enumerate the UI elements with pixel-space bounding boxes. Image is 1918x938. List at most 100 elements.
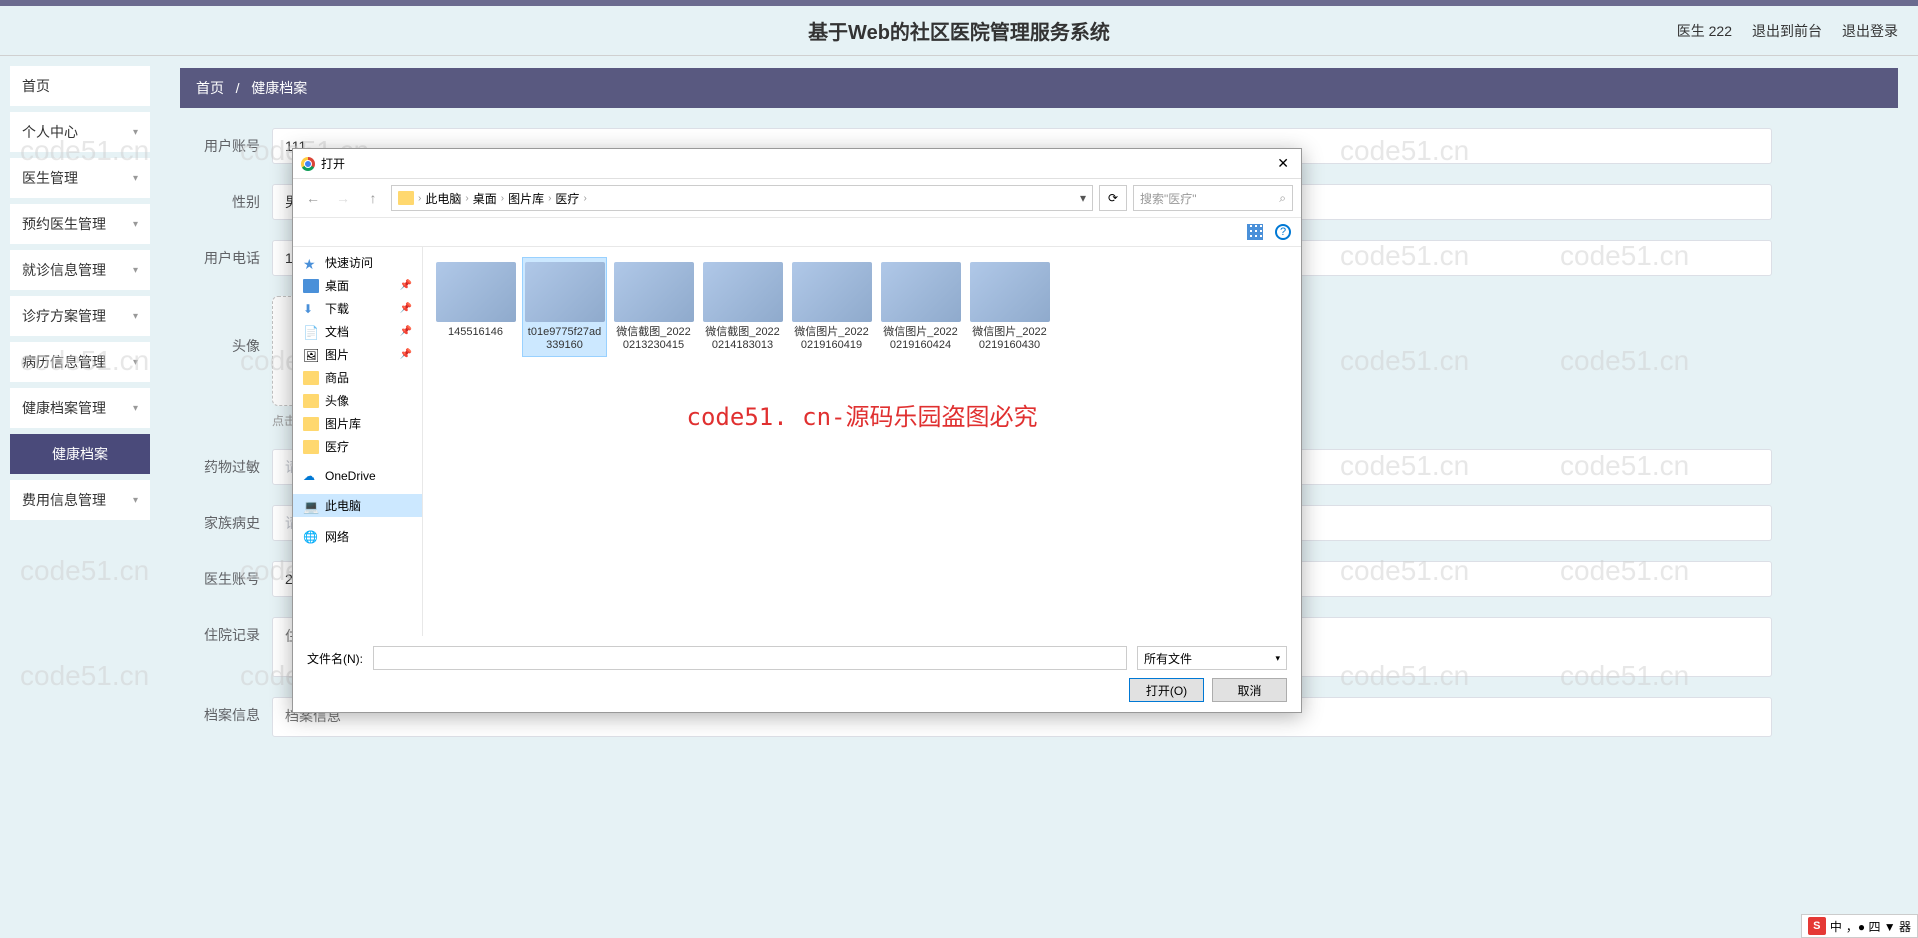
tree-item[interactable]: 快速访问 — [293, 251, 422, 274]
nav-forward-icon[interactable]: → — [331, 186, 355, 210]
tree-item-label: 桌面 — [325, 277, 349, 294]
path-crumb[interactable]: 此电脑 — [425, 190, 461, 207]
sidebar-item[interactable]: 健康档案管理 ▾ — [10, 388, 150, 428]
tree-item-label: 商品 — [325, 369, 349, 386]
refresh-icon[interactable]: ⟳ — [1099, 185, 1127, 211]
file-item[interactable]: 145516146 — [433, 257, 518, 357]
chevron-right-icon: › — [548, 193, 551, 204]
archive-label: 档案信息 — [180, 697, 260, 725]
view-grid-icon[interactable] — [1247, 224, 1263, 240]
watermark-overlay: code51. cn-源码乐园盗图必究 — [687, 397, 1038, 432]
tree-item[interactable]: 网络 — [293, 525, 422, 548]
tree-item-label: OneDrive — [325, 469, 376, 483]
tree-item[interactable]: 桌面 📌 — [293, 274, 422, 297]
dialog-search-input[interactable]: 搜索"医疗" ⌕ — [1133, 185, 1293, 211]
tree-item[interactable]: 下载 📌 — [293, 297, 422, 320]
doc-icon — [303, 325, 319, 339]
folder-icon — [303, 417, 319, 431]
avatar-label: 头像 — [180, 296, 260, 356]
ime-symbols[interactable]: ，● 四 ▼ 器 — [1846, 918, 1911, 935]
ime-toolbar[interactable]: S 中 ，● 四 ▼ 器 — [1801, 914, 1918, 938]
path-crumb[interactable]: 图片库 — [508, 190, 544, 207]
file-thumbnail — [792, 262, 872, 322]
filetype-select[interactable]: 所有文件 ▾ — [1137, 646, 1287, 670]
file-item[interactable]: 微信图片_20220219160424 — [878, 257, 963, 357]
chevron-down-icon: ▾ — [133, 311, 138, 322]
pin-icon: 📌 — [400, 280, 412, 291]
nav-up-icon[interactable]: ↑ — [361, 186, 385, 210]
nav-back-icon[interactable]: ← — [301, 186, 325, 210]
net-icon — [303, 530, 319, 544]
tree-item[interactable]: 图片库 — [293, 412, 422, 435]
breadcrumb-sep: / — [236, 80, 240, 96]
tree-item-label: 文档 — [325, 323, 349, 340]
doctor-label: 医生账号 — [180, 569, 260, 589]
pc-icon — [303, 499, 319, 513]
path-crumb[interactable]: 医疗 — [555, 190, 579, 207]
filename-label: 文件名(N): — [307, 650, 363, 667]
tree-item[interactable]: 头像 — [293, 389, 422, 412]
top-header: 基于Web的社区医院管理服务系统 医生 222 退出到前台 退出登录 — [0, 0, 1918, 56]
chevron-down-icon: ▾ — [133, 127, 138, 138]
filename-input[interactable] — [373, 646, 1127, 670]
tree-item[interactable]: 商品 — [293, 366, 422, 389]
sidebar-item[interactable]: 就诊信息管理▾ — [10, 250, 150, 290]
dialog-title: 打开 — [321, 155, 345, 172]
sidebar-item-label: 就诊信息管理 — [22, 260, 106, 280]
sidebar-item[interactable]: 健康档案 — [10, 434, 150, 474]
file-item[interactable]: 微信截图_20220214183013 — [700, 257, 785, 357]
cancel-button[interactable]: 取消 — [1212, 678, 1287, 702]
dialog-titlebar: 打开 ✕ — [293, 149, 1301, 179]
sidebar-item[interactable]: 个人中心 ▾ — [10, 112, 150, 152]
breadcrumb-home[interactable]: 首页 — [196, 80, 224, 96]
file-name: t01e9775f27ad339160 — [525, 326, 604, 352]
sidebar-item-label: 预约医生管理 — [22, 214, 106, 234]
file-item[interactable]: 微信截图_20220213230415 — [611, 257, 696, 357]
sidebar-item-label: 医生管理 — [22, 168, 78, 188]
account-label: 用户账号 — [180, 136, 260, 156]
sidebar-item[interactable]: 医生管理▾ — [10, 158, 150, 198]
dialog-file-pane: 145516146 t01e9775f27ad339160 微信截图_2022021… — [423, 247, 1301, 636]
logout-front-link[interactable]: 退出到前台 — [1752, 21, 1822, 41]
file-item[interactable]: t01e9775f27ad339160 — [522, 257, 607, 357]
chevron-down-icon: ▾ — [133, 357, 138, 368]
chevron-down-icon[interactable]: ▾ — [1080, 191, 1086, 205]
sidebar-item-label: 健康档案管理 — [22, 398, 106, 418]
ime-language[interactable]: 中 — [1830, 918, 1842, 935]
search-placeholder: 搜索"医疗" — [1140, 190, 1197, 207]
file-name: 微信图片_20220219160430 — [970, 326, 1049, 352]
address-bar[interactable]: › 此电脑›桌面›图片库›医疗›▾ — [391, 185, 1093, 211]
sidebar-item[interactable]: 诊疗方案管理▾ — [10, 296, 150, 336]
file-thumbnail — [703, 262, 783, 322]
tree-item[interactable]: OneDrive — [293, 466, 422, 486]
tree-item[interactable]: 医疗 — [293, 435, 422, 458]
close-icon[interactable]: ✕ — [1273, 155, 1293, 172]
tree-item[interactable]: 此电脑 — [293, 494, 422, 517]
file-thumbnail — [970, 262, 1050, 322]
tree-item-label: 下载 — [325, 300, 349, 317]
sidebar-item-label: 个人中心 — [22, 122, 78, 142]
sidebar-item[interactable]: 首页 — [10, 66, 150, 106]
family-label: 家族病史 — [180, 513, 260, 533]
help-icon[interactable]: ? — [1275, 224, 1291, 240]
chrome-icon — [301, 157, 315, 171]
file-name: 微信图片_20220219160419 — [792, 326, 871, 352]
logout-link[interactable]: 退出登录 — [1842, 21, 1898, 41]
breadcrumb-current: 健康档案 — [251, 80, 307, 96]
user-label[interactable]: 医生 222 — [1677, 21, 1732, 41]
sidebar-item[interactable]: 费用信息管理▾ — [10, 480, 150, 520]
sidebar-item[interactable]: 预约医生管理▾ — [10, 204, 150, 244]
chevron-right-icon: › — [465, 193, 468, 204]
tree-item[interactable]: 图片📌 — [293, 343, 422, 366]
hospital-label: 住院记录 — [180, 617, 260, 645]
tree-item[interactable]: 文档📌 — [293, 320, 422, 343]
pin-icon: 📌 — [400, 303, 412, 314]
open-button[interactable]: 打开(O) — [1129, 678, 1204, 702]
file-item[interactable]: 微信图片_20220219160419 — [789, 257, 874, 357]
folder-icon — [303, 371, 319, 385]
chevron-down-icon: ▾ — [133, 403, 138, 414]
file-item[interactable]: 微信图片_20220219160430 — [967, 257, 1052, 357]
tree-item-label: 此电脑 — [325, 497, 361, 514]
path-crumb[interactable]: 桌面 — [473, 190, 497, 207]
sidebar-item[interactable]: 病历信息管理▾ — [10, 342, 150, 382]
